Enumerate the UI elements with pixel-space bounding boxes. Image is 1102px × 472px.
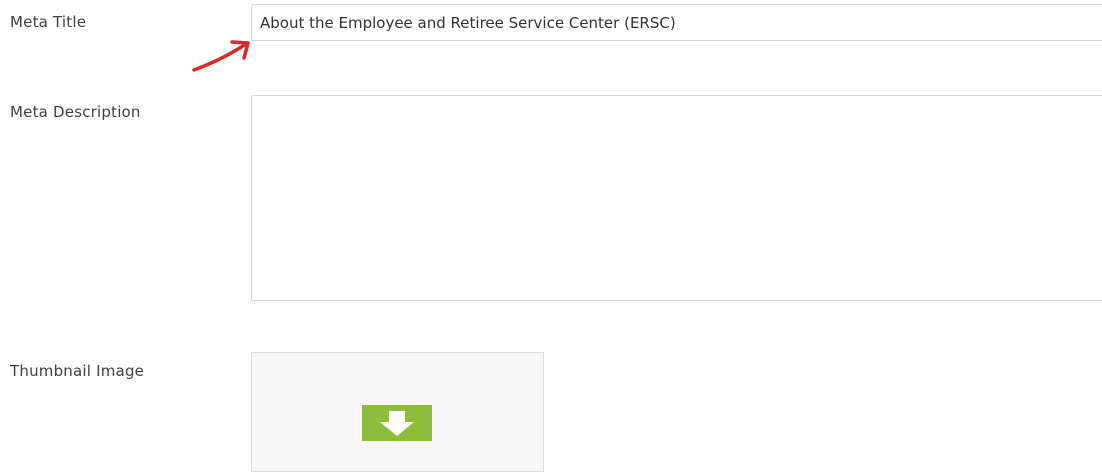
- meta-description-textarea[interactable]: [251, 95, 1102, 301]
- download-arrow-icon: [362, 405, 432, 441]
- red-annotation-arrow-icon: [192, 40, 250, 72]
- thumbnail-image-label: Thumbnail Image: [10, 362, 145, 380]
- meta-title-label: Meta Title: [10, 13, 87, 31]
- thumbnail-upload-dropzone[interactable]: [251, 352, 544, 472]
- meta-title-input[interactable]: [251, 4, 1102, 41]
- meta-description-label: Meta Description: [10, 103, 141, 121]
